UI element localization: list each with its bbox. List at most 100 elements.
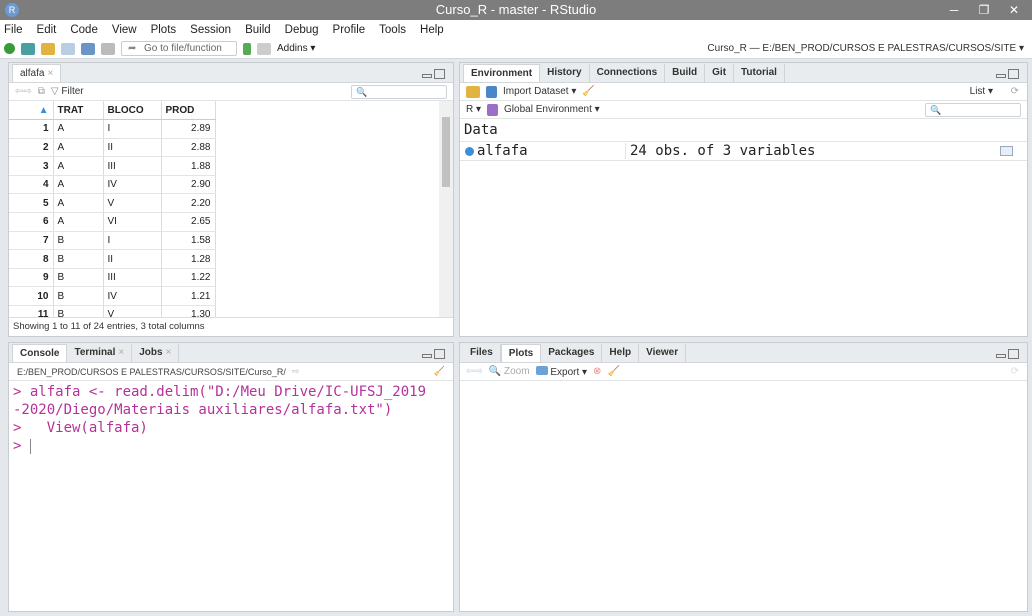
console-output[interactable]: > alfafa <- read.delim("D:/Meu Drive/IC-…: [9, 381, 453, 455]
table-search-input[interactable]: 🔍: [351, 85, 447, 99]
tab-history[interactable]: History: [540, 64, 590, 82]
cell-bloco: II: [103, 138, 162, 158]
row-index: 1: [9, 119, 54, 139]
menu-debug[interactable]: Debug: [285, 24, 319, 36]
menu-session[interactable]: Session: [190, 24, 231, 36]
cell-bloco: I: [103, 231, 162, 251]
minimize-button[interactable]: ─: [940, 2, 968, 18]
menu-code[interactable]: Code: [70, 24, 98, 36]
column-header-prod[interactable]: PROD: [161, 101, 216, 121]
refresh-icon[interactable]: ⟳: [1011, 366, 1019, 377]
column-header-trat[interactable]: TRAT: [53, 101, 104, 121]
table-scrollbar[interactable]: [439, 101, 453, 317]
restore-button[interactable]: ❐: [970, 2, 998, 18]
print-icon[interactable]: [101, 42, 115, 55]
save-all-icon[interactable]: [81, 42, 95, 55]
tab-console[interactable]: Console: [12, 344, 68, 362]
remove-plot-icon[interactable]: ⊗: [593, 366, 601, 377]
back-forward-icon[interactable]: ⇦⇨: [466, 366, 483, 377]
menu-build[interactable]: Build: [245, 24, 271, 36]
expand-icon[interactable]: [465, 146, 474, 156]
row-index: 5: [9, 193, 54, 214]
menu-help[interactable]: Help: [420, 24, 444, 36]
cell-prod: 2.88: [161, 138, 216, 158]
filter-label: Filter: [61, 86, 84, 97]
tab-packages[interactable]: Packages: [541, 344, 603, 362]
back-forward-icon[interactable]: ⇦⇨: [15, 86, 32, 97]
tab-connections[interactable]: Connections: [590, 64, 666, 82]
popout-icon[interactable]: ⧉: [38, 86, 45, 97]
tab-terminal[interactable]: Terminal ×: [67, 344, 133, 362]
console-prompt[interactable]: >: [9, 437, 453, 455]
language-select[interactable]: R ▾: [466, 104, 481, 115]
menu-profile[interactable]: Profile: [333, 24, 366, 36]
table-footer: Showing 1 to 11 of 24 entries, 3 total c…: [9, 317, 453, 335]
open-folder-icon[interactable]: [41, 42, 55, 55]
tab-viewer[interactable]: Viewer: [639, 344, 687, 362]
tab-files[interactable]: Files: [463, 344, 501, 362]
pane-minmax[interactable]: [422, 349, 445, 359]
broom-icon[interactable]: 🧹: [582, 86, 594, 97]
save-icon[interactable]: [61, 42, 75, 55]
save-workspace-icon[interactable]: [486, 85, 497, 98]
pane-minmax[interactable]: [996, 349, 1019, 359]
view-table-icon[interactable]: [1000, 146, 1013, 156]
refresh-icon[interactable]: ⟳: [1011, 86, 1019, 97]
sort-index-header[interactable]: ▲: [9, 101, 54, 121]
env-item-value: 24 obs. of 3 variables: [630, 143, 816, 159]
cell-trat: B: [53, 286, 104, 307]
environment-search-input[interactable]: 🔍: [925, 103, 1021, 117]
tab-alfafa[interactable]: alfafa ×: [12, 64, 62, 82]
zoom-button[interactable]: 🔍 Zoom: [489, 366, 530, 377]
menu-tools[interactable]: Tools: [379, 24, 406, 36]
tab-help[interactable]: Help: [602, 344, 640, 362]
menu-view[interactable]: View: [112, 24, 137, 36]
go-to-directory-icon[interactable]: ⇨: [292, 366, 300, 377]
new-file-icon[interactable]: [4, 43, 15, 54]
cell-trat: B: [53, 249, 104, 269]
clear-console-icon[interactable]: 🧹: [434, 366, 445, 377]
list-view-button[interactable]: List ▾: [970, 86, 993, 97]
close-tab-icon[interactable]: ×: [47, 68, 53, 79]
pane-minmax[interactable]: [996, 69, 1019, 79]
addins-button[interactable]: Addins ▾: [277, 43, 315, 54]
tab-plots[interactable]: Plots: [500, 344, 542, 362]
tab-jobs[interactable]: Jobs ×: [132, 344, 180, 362]
filter-button[interactable]: ▽ Filter: [51, 86, 84, 97]
project-menu[interactable]: Curso_R — E:/BEN_PROD/CURSOS E PALESTRAS…: [707, 43, 1024, 54]
env-item-name: alfafa: [474, 143, 626, 159]
pane-minmax[interactable]: [422, 69, 445, 79]
pane-layout-icon[interactable]: [257, 42, 271, 55]
new-project-icon[interactable]: [21, 42, 35, 55]
cell-prod: 1.30: [161, 305, 216, 317]
tab-git[interactable]: Git: [705, 64, 735, 82]
clear-plots-icon[interactable]: 🧹: [607, 366, 619, 377]
import-dataset-button[interactable]: Import Dataset ▾: [503, 86, 576, 97]
close-button[interactable]: ✕: [1000, 2, 1028, 18]
close-tab-icon[interactable]: ×: [166, 347, 172, 358]
data-section-header: Data: [460, 119, 1027, 142]
version-control-icon[interactable]: [243, 42, 251, 55]
load-workspace-icon[interactable]: [466, 85, 480, 98]
tab-tutorial[interactable]: Tutorial: [734, 64, 785, 82]
column-header-bloco[interactable]: BLOCO: [103, 101, 162, 121]
menu-plots[interactable]: Plots: [151, 24, 177, 36]
rstudio-logo: R: [5, 3, 19, 17]
files-pane: Files Plots Packages Help Viewer ⇦⇨ 🔍 Zo…: [459, 342, 1028, 612]
cell-trat: A: [53, 156, 104, 176]
menu-file[interactable]: File: [4, 24, 23, 36]
env-item-alfafa[interactable]: alfafa 24 obs. of 3 variables: [460, 142, 1027, 161]
table-row: 3 A III 1.88: [9, 156, 216, 176]
cell-prod: 1.58: [161, 231, 216, 251]
tab-environment[interactable]: Environment: [463, 64, 541, 82]
data-table: ▲ TRAT BLOCO PROD 1 A I 2.89 2 A II 2.88 3 A III 1.…: [9, 101, 216, 317]
cell-trat: B: [53, 305, 104, 317]
zoom-label: Zoom: [504, 366, 530, 377]
menu-edit[interactable]: Edit: [37, 24, 57, 36]
close-tab-icon[interactable]: ×: [118, 347, 124, 358]
tab-build[interactable]: Build: [665, 64, 706, 82]
cell-bloco: IV: [103, 286, 162, 307]
environment-select[interactable]: Global Environment ▾: [504, 104, 600, 115]
goto-file-input[interactable]: Go to file/function: [121, 41, 237, 56]
export-button[interactable]: Export ▾: [535, 365, 587, 378]
